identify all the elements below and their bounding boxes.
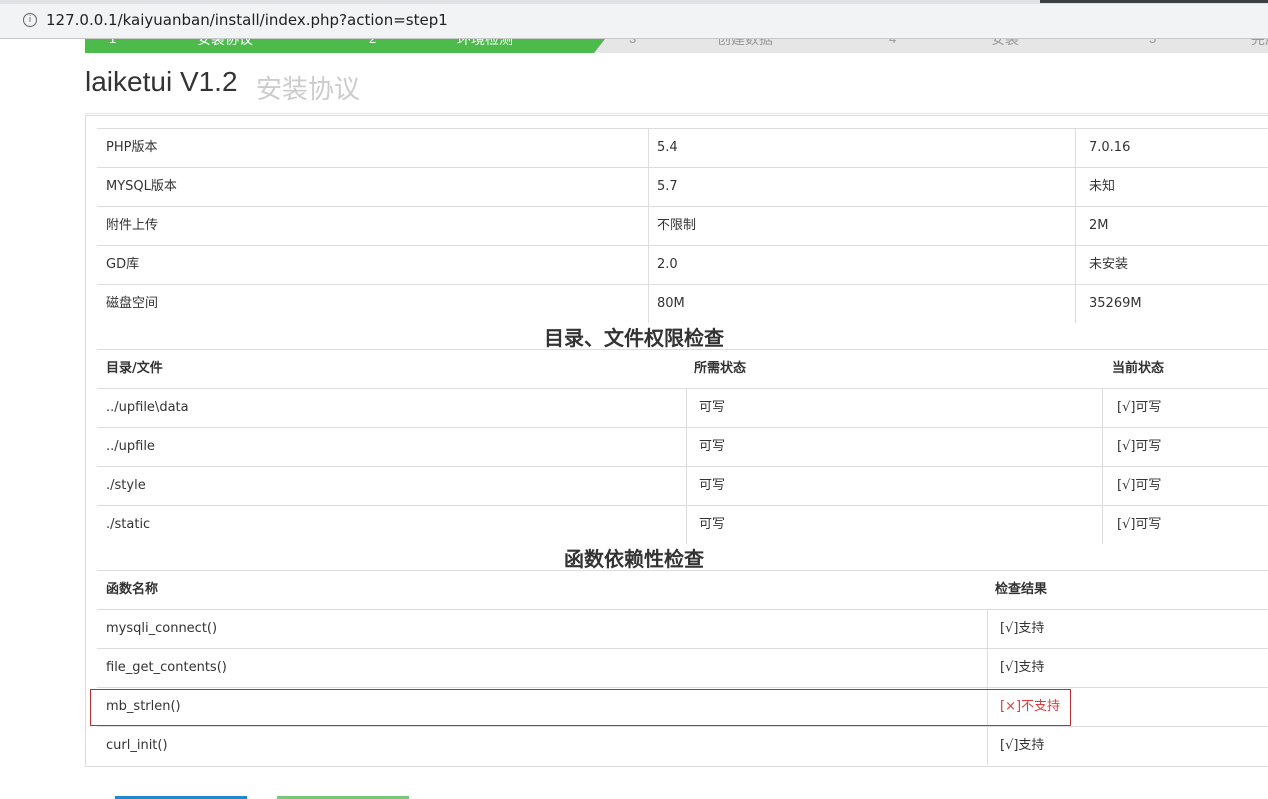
dir-row: ../upfile\data 可写 [√]可写 [97, 388, 1268, 427]
step-3: 3创建数据 [594, 39, 896, 53]
dir-path: ../upfile [106, 439, 155, 454]
dir-row: ./style 可写 [√]可写 [97, 466, 1268, 505]
step-4: 4安装 [854, 39, 1156, 53]
env-row: 磁盘空间 80M 35269M [97, 284, 1268, 323]
func-row: curl_init() [√]支持 [97, 726, 1268, 765]
func-name: mysqli_connect() [106, 621, 218, 636]
step-label: 创建数据 [717, 39, 773, 47]
func-col-result: 检查结果 [995, 582, 1048, 597]
dir-col-required: 所需状态 [694, 361, 747, 376]
env-name: PHP版本 [106, 140, 158, 155]
env-row: 附件上传 不限制 2M [97, 206, 1268, 245]
func-result: [√]支持 [987, 649, 1044, 687]
dir-required: 可写 [686, 467, 725, 505]
step-label: 环境检测 [457, 39, 513, 47]
step-5: 5完成 [1114, 39, 1268, 53]
dir-row: ./static 可写 [√]可写 [97, 505, 1268, 544]
env-required: 不限制 [648, 207, 696, 245]
dir-path: ./style [106, 478, 146, 493]
env-required: 2.0 [648, 246, 678, 284]
func-result: [√]支持 [987, 610, 1044, 648]
title-divider [85, 113, 1268, 114]
dir-path: ../upfile\data [106, 400, 189, 415]
dir-required: 可写 [686, 389, 725, 427]
dir-col-current: 当前状态 [1112, 361, 1165, 376]
address-bar[interactable]: i 127.0.0.1/kaiyuanban/install/index.php… [0, 4, 1268, 39]
step-label: 安装协议 [197, 39, 253, 47]
func-section-title: 函数依赖性检查 [564, 547, 704, 571]
step-label: 完成 [1251, 39, 1268, 47]
dir-current: [√]可写 [1102, 467, 1161, 505]
step-1: 1安装协议 [85, 39, 376, 53]
func-col-name: 函数名称 [106, 582, 159, 597]
env-required: 5.7 [648, 168, 678, 206]
info-icon[interactable]: i [23, 13, 37, 27]
dir-current: [√]可写 [1102, 389, 1161, 427]
address-url[interactable]: 127.0.0.1/kaiyuanban/install/index.php?a… [46, 11, 448, 29]
failed-row-highlight [90, 689, 1071, 726]
dir-required: 可写 [686, 506, 725, 544]
step-2: 2环境检测 [334, 39, 636, 53]
dir-section-title: 目录、文件权限检查 [544, 326, 724, 350]
dir-required: 可写 [686, 428, 725, 466]
dir-current: [√]可写 [1102, 506, 1161, 544]
page-subtitle: 安装协议 [256, 75, 361, 105]
env-current: 35269M [1075, 285, 1142, 323]
env-name: MYSQL版本 [106, 179, 177, 194]
func-row: file_get_contents() [√]支持 [97, 648, 1268, 687]
env-required: 5.4 [648, 129, 678, 167]
env-name: GD库 [106, 257, 140, 272]
func-row: mysqli_connect() [√]支持 [97, 609, 1268, 648]
func-header-row: 函数名称 检查结果 [97, 570, 1268, 609]
env-current: 未知 [1075, 168, 1115, 206]
page-title: laiketui V1.2 [85, 66, 238, 97]
install-steps: 1安装协议 2环境检测 3创建数据 4安装 5完成 [85, 39, 1268, 53]
env-row: GD库 2.0 未安装 [97, 245, 1268, 284]
env-current: 未安装 [1075, 246, 1128, 284]
dir-header-row: 目录/文件 所需状态 当前状态 [97, 349, 1268, 388]
env-name: 磁盘空间 [106, 296, 159, 311]
dir-row: ../upfile 可写 [√]可写 [97, 427, 1268, 466]
dir-path: ./static [106, 517, 151, 532]
func-name: file_get_contents() [106, 660, 227, 675]
env-row: PHP版本 5.4 7.0.16 [97, 128, 1268, 167]
env-current: 2M [1075, 207, 1109, 245]
env-name: 附件上传 [106, 218, 159, 233]
step-label: 安装 [991, 39, 1019, 47]
func-result: [√]支持 [987, 727, 1044, 765]
dir-col-path: 目录/文件 [106, 361, 163, 376]
dir-current: [√]可写 [1102, 428, 1161, 466]
browser-tab-accent [1040, 0, 1268, 3]
env-required: 80M [648, 285, 685, 323]
env-row: MYSQL版本 5.7 未知 [97, 167, 1268, 206]
env-current: 7.0.16 [1075, 129, 1130, 167]
func-name: curl_init() [106, 738, 168, 753]
